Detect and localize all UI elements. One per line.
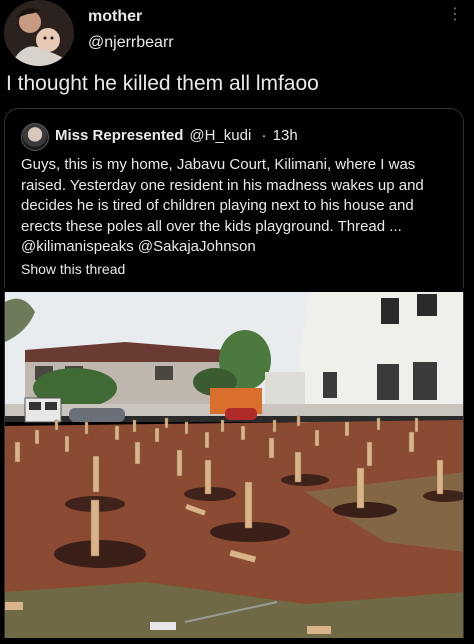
quoted-tweet[interactable]: Miss Represented @H_kudi · 13h Guys, this… bbox=[4, 108, 464, 288]
author-display-name[interactable]: mother bbox=[88, 8, 142, 26]
author-handle[interactable]: @njerrbearr bbox=[88, 34, 174, 52]
quoted-body-line: Guys, this is my home, Jabavu Court, Kil… bbox=[21, 156, 416, 173]
quoted-separator: · bbox=[261, 127, 267, 144]
quoted-timestamp[interactable]: 13h bbox=[273, 127, 298, 144]
quoted-handle[interactable]: @H_kudi bbox=[189, 127, 251, 144]
show-thread-link[interactable]: Show this thread bbox=[21, 261, 125, 277]
quoted-author-avatar[interactable] bbox=[21, 123, 49, 151]
tweet-photo[interactable] bbox=[4, 292, 464, 638]
quoted-body: Guys, this is my home, Jabavu Court, Kil… bbox=[21, 155, 451, 258]
author-avatar[interactable] bbox=[4, 0, 74, 66]
tweet-text: I thought he killed them all lmfaoo bbox=[6, 72, 319, 95]
more-vertical-icon[interactable]: ⋮ bbox=[447, 4, 463, 24]
quoted-mentions[interactable]: @kilimanispeaks @SakajaJohnson bbox=[21, 237, 451, 258]
quoted-author-line: Miss Represented @H_kudi · 13h bbox=[55, 127, 298, 144]
quoted-body-line: raised. Yesterday one resident in his ma… bbox=[21, 176, 424, 194]
quoted-body-line: erects these poles all over the kids pla… bbox=[21, 217, 402, 235]
quoted-display-name[interactable]: Miss Represented bbox=[55, 127, 183, 144]
quoted-body-line: decides he is tired of children playing … bbox=[21, 197, 414, 214]
